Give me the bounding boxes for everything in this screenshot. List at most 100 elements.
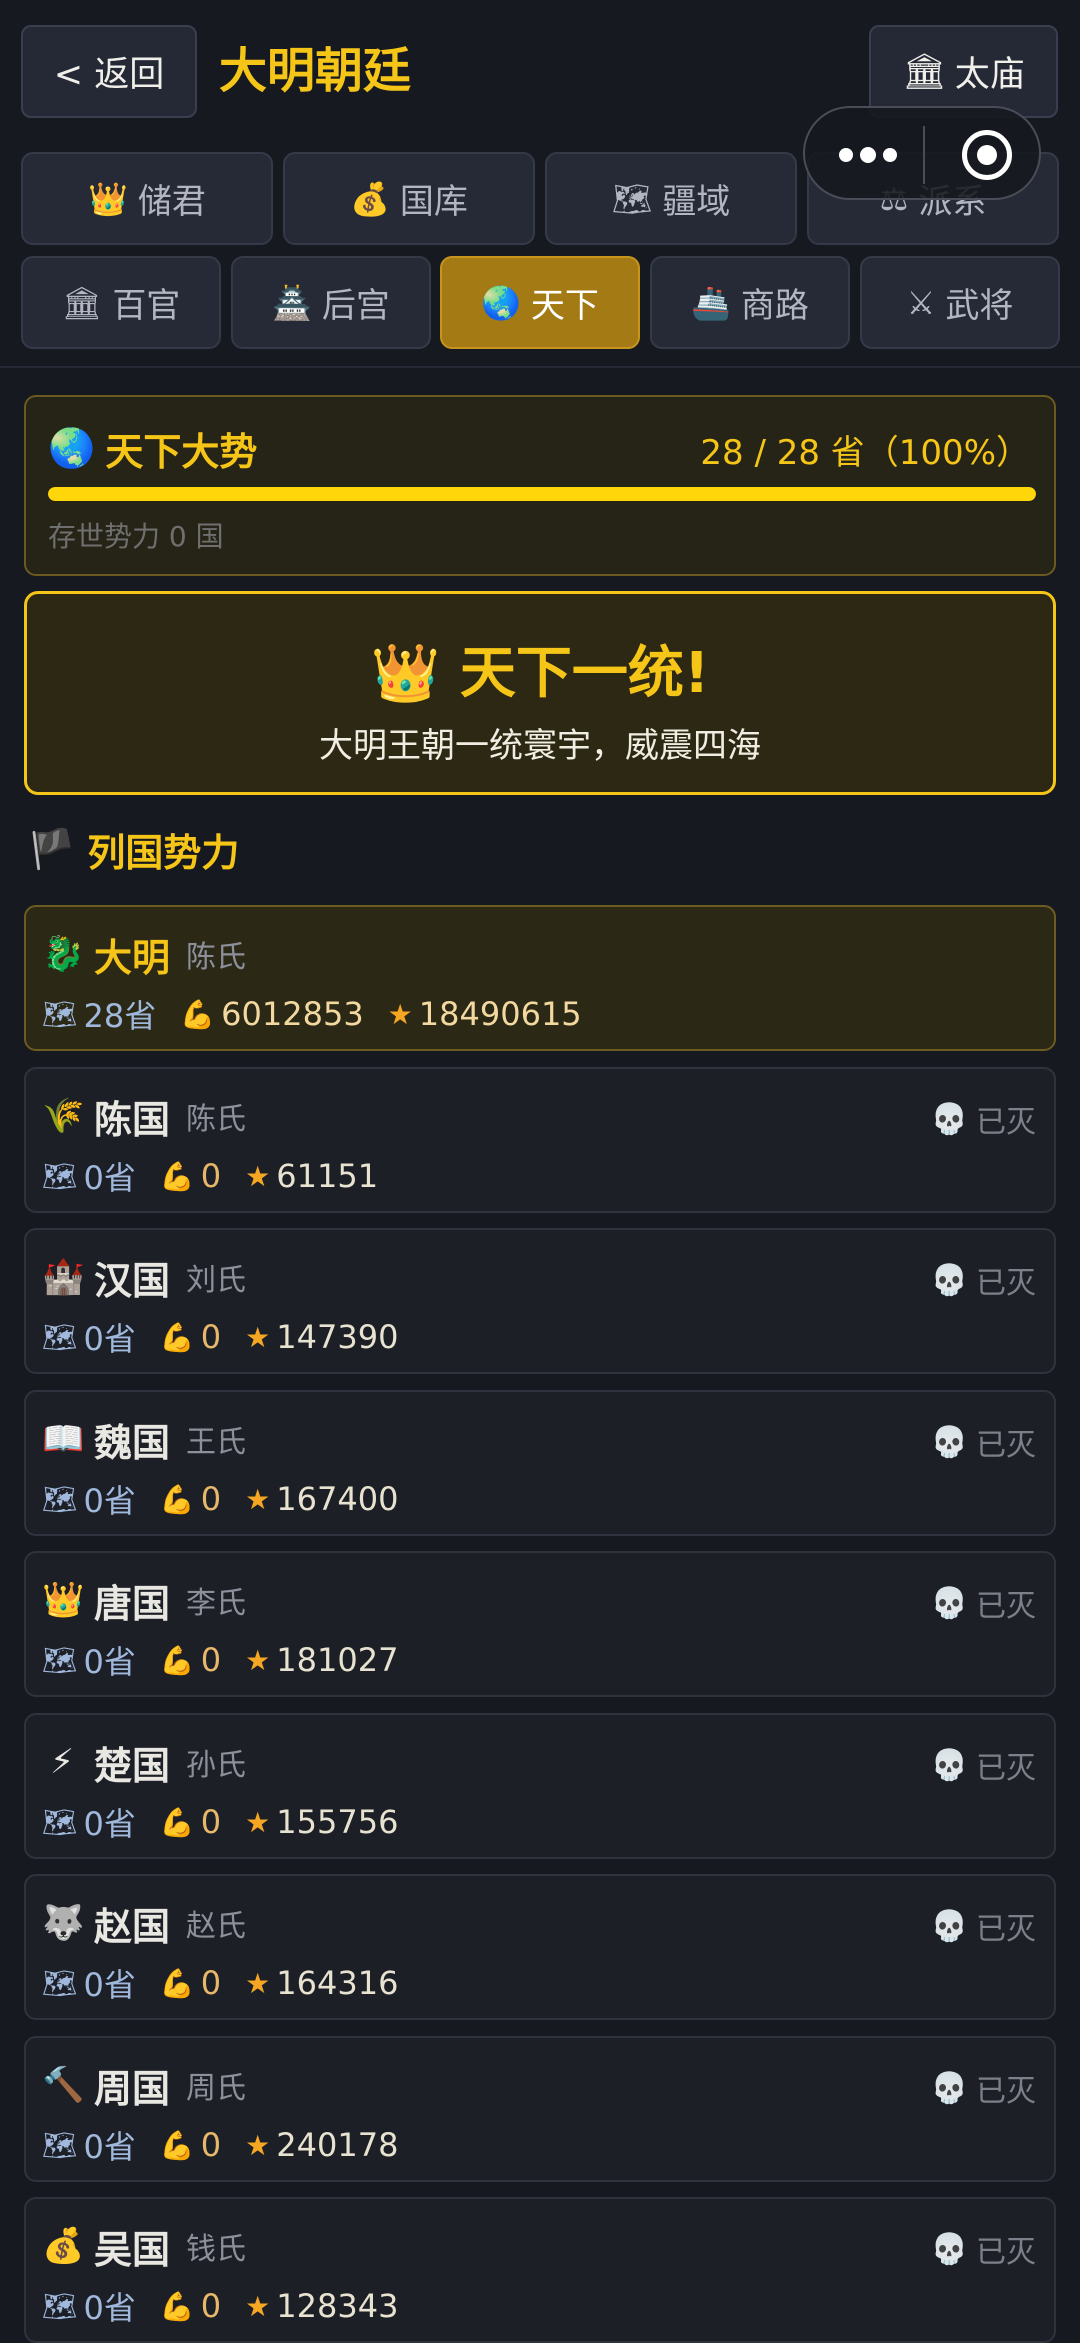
provinces-value: 0省 <box>83 1159 136 1197</box>
nation-status: 💀 已灭 <box>931 2227 1036 2271</box>
nation-clan: 钱氏 <box>186 2232 247 2267</box>
tab-territory[interactable]: 🗺 疆域 <box>545 152 797 245</box>
muscle-icon: 💪 <box>180 997 216 1031</box>
status-text: 已灭 <box>976 2235 1036 2270</box>
nation-card[interactable]: 🔨 周国 周氏 💀 已灭 🗺 0省 💪 0 ★ 240178 <box>24 2036 1056 2182</box>
provinces-stat: 🗺 0省 <box>42 2283 136 2329</box>
tab-label: 商路 <box>740 286 809 326</box>
star-icon: ★ <box>387 997 413 1031</box>
star-icon: ★ <box>245 2289 271 2323</box>
nation-name: 赵国 <box>94 1904 171 1949</box>
power-value: 0 <box>200 1480 222 1518</box>
tab-trade[interactable]: 🚢 商路 <box>650 256 850 349</box>
nation-card[interactable]: 💰 吴国 钱氏 💀 已灭 🗺 0省 💪 0 ★ 128343 <box>24 2197 1056 2343</box>
tab-world[interactable]: 🌏 天下 <box>440 256 640 349</box>
nation-name: 唐国 <box>94 1581 171 1626</box>
nation-emblem-icon: 🐺 <box>42 1903 85 1943</box>
section-title-text: 列国势力 <box>87 831 240 875</box>
muscle-icon: 💪 <box>159 1805 195 1839</box>
map-icon: 🗺 <box>42 2289 78 2323</box>
skull-icon: 💀 <box>930 1908 968 1944</box>
tab-treasury[interactable]: 💰 国库 <box>283 152 535 245</box>
nation-header: 🐉 大明 陈氏 <box>42 927 246 981</box>
provinces-stat: 🗺 28省 <box>42 991 156 1037</box>
provinces-value: 0省 <box>83 1482 136 1520</box>
score-value: 167400 <box>276 1480 399 1518</box>
map-icon: 🗺 <box>42 1966 78 2000</box>
nation-stats: 🗺 0省 💪 0 ★ 167400 <box>42 1476 398 1522</box>
nation-status: 💀 已灭 <box>931 1097 1036 1141</box>
tab-label: 国库 <box>399 182 468 222</box>
power-stat: 💪 0 <box>160 1964 221 2002</box>
score-stat: ★ 167400 <box>245 1480 398 1518</box>
skull-icon: 💀 <box>930 1747 968 1783</box>
nation-clan: 孙氏 <box>186 1748 247 1783</box>
provinces-value: 0省 <box>83 1643 136 1681</box>
score-stat: ★ 128343 <box>245 2287 398 2325</box>
power-stat: 💪 0 <box>160 1318 221 1356</box>
skull-icon: 💀 <box>930 1262 968 1298</box>
nation-status: 💀 已灭 <box>931 1904 1036 1948</box>
nation-card[interactable]: 🐉 大明 陈氏 🗺 28省 💪 6012853 ★ 18490615 <box>24 905 1056 1051</box>
nation-name: 楚国 <box>94 1743 171 1788</box>
tab-label: 后宫 <box>321 286 390 326</box>
muscle-icon: 💪 <box>159 1159 195 1193</box>
power-value: 0 <box>200 1803 222 1841</box>
tab-heir[interactable]: 👑 储君 <box>21 152 273 245</box>
nation-card[interactable]: 👑 唐国 李氏 💀 已灭 🗺 0省 💪 0 ★ 181027 <box>24 1551 1056 1697</box>
tab-label: 储君 <box>137 182 206 222</box>
nation-card[interactable]: ⚡ 楚国 孙氏 💀 已灭 🗺 0省 💪 0 ★ 155756 <box>24 1713 1056 1859</box>
score-stat: ★ 240178 <box>245 2126 398 2164</box>
nation-clan: 赵氏 <box>186 1909 247 1944</box>
trend-title-text: 天下大势 <box>105 430 258 474</box>
score-value: 164316 <box>276 1964 399 2002</box>
skull-icon: 💀 <box>930 2070 968 2106</box>
tab-officials[interactable]: 🏛 百官 <box>21 256 221 349</box>
more-icon[interactable] <box>837 138 897 172</box>
power-value: 0 <box>200 1157 222 1195</box>
remaining-powers: 存世势力 0 国 <box>48 520 224 553</box>
map-icon: 🗺 <box>611 179 653 218</box>
capsule-divider <box>923 126 925 184</box>
tab-generals[interactable]: ⚔ 武将 <box>860 256 1060 349</box>
nation-stats: 🗺 28省 💪 6012853 ★ 18490615 <box>42 991 582 1037</box>
map-icon: 🗺 <box>42 1320 78 1354</box>
nation-header: ⚡ 楚国 孙氏 <box>42 1735 246 1789</box>
provinces-value: 0省 <box>83 2128 136 2166</box>
temple-icon: 🏛 <box>902 52 947 92</box>
skull-icon: 💀 <box>930 2231 968 2267</box>
nation-card[interactable]: 🏰 汉国 刘氏 💀 已灭 🗺 0省 💪 0 ★ 147390 <box>24 1228 1056 1374</box>
nation-emblem-icon: 🏰 <box>42 1257 85 1297</box>
score-stat: ★ 147390 <box>245 1318 398 1356</box>
close-target-icon[interactable] <box>962 130 1012 180</box>
nation-stats: 🗺 0省 💪 0 ★ 128343 <box>42 2283 398 2329</box>
nation-card[interactable]: 🌾 陈国 陈氏 💀 已灭 🗺 0省 💪 0 ★ 61151 <box>24 1067 1056 1213</box>
palace-icon: 🏯 <box>272 283 312 322</box>
nation-header: 🔨 周国 周氏 <box>42 2058 246 2112</box>
star-icon: ★ <box>245 1805 271 1839</box>
power-stat: 💪 0 <box>160 1157 221 1195</box>
provinces-value: 0省 <box>83 1966 136 2004</box>
nation-stats: 🗺 0省 💪 0 ★ 164316 <box>42 1960 398 2006</box>
status-text: 已灭 <box>976 1266 1036 1301</box>
nation-stats: 🗺 0省 💪 0 ★ 181027 <box>42 1637 398 1683</box>
tab-label: 疆域 <box>662 182 731 222</box>
nation-card[interactable]: 🐺 赵国 赵氏 💀 已灭 🗺 0省 💪 0 ★ 164316 <box>24 1874 1056 2020</box>
muscle-icon: 💪 <box>159 2128 195 2162</box>
provinces-value: 0省 <box>83 1320 136 1358</box>
nation-emblem-icon: ⚡ <box>50 1742 74 1782</box>
tab-harem[interactable]: 🏯 后宫 <box>231 256 431 349</box>
progress-fill <box>48 487 1036 501</box>
nation-header: 🏰 汉国 刘氏 <box>42 1250 246 1304</box>
score-stat: ★ 181027 <box>245 1641 398 1679</box>
power-stat: 💪 0 <box>160 1480 221 1518</box>
back-button[interactable]: < 返回 <box>21 25 197 118</box>
nation-card[interactable]: 📖 魏国 王氏 💀 已灭 🗺 0省 💪 0 ★ 167400 <box>24 1390 1056 1536</box>
muscle-icon: 💪 <box>159 2289 195 2323</box>
power-stat: 💪 0 <box>160 1803 221 1841</box>
nation-emblem-icon: 👑 <box>42 1580 85 1620</box>
score-value: 240178 <box>276 2126 399 2164</box>
temple-button[interactable]: 🏛 太庙 <box>869 25 1058 118</box>
tab-label: 天下 <box>530 286 599 326</box>
nation-emblem-icon: 🌾 <box>42 1096 85 1136</box>
